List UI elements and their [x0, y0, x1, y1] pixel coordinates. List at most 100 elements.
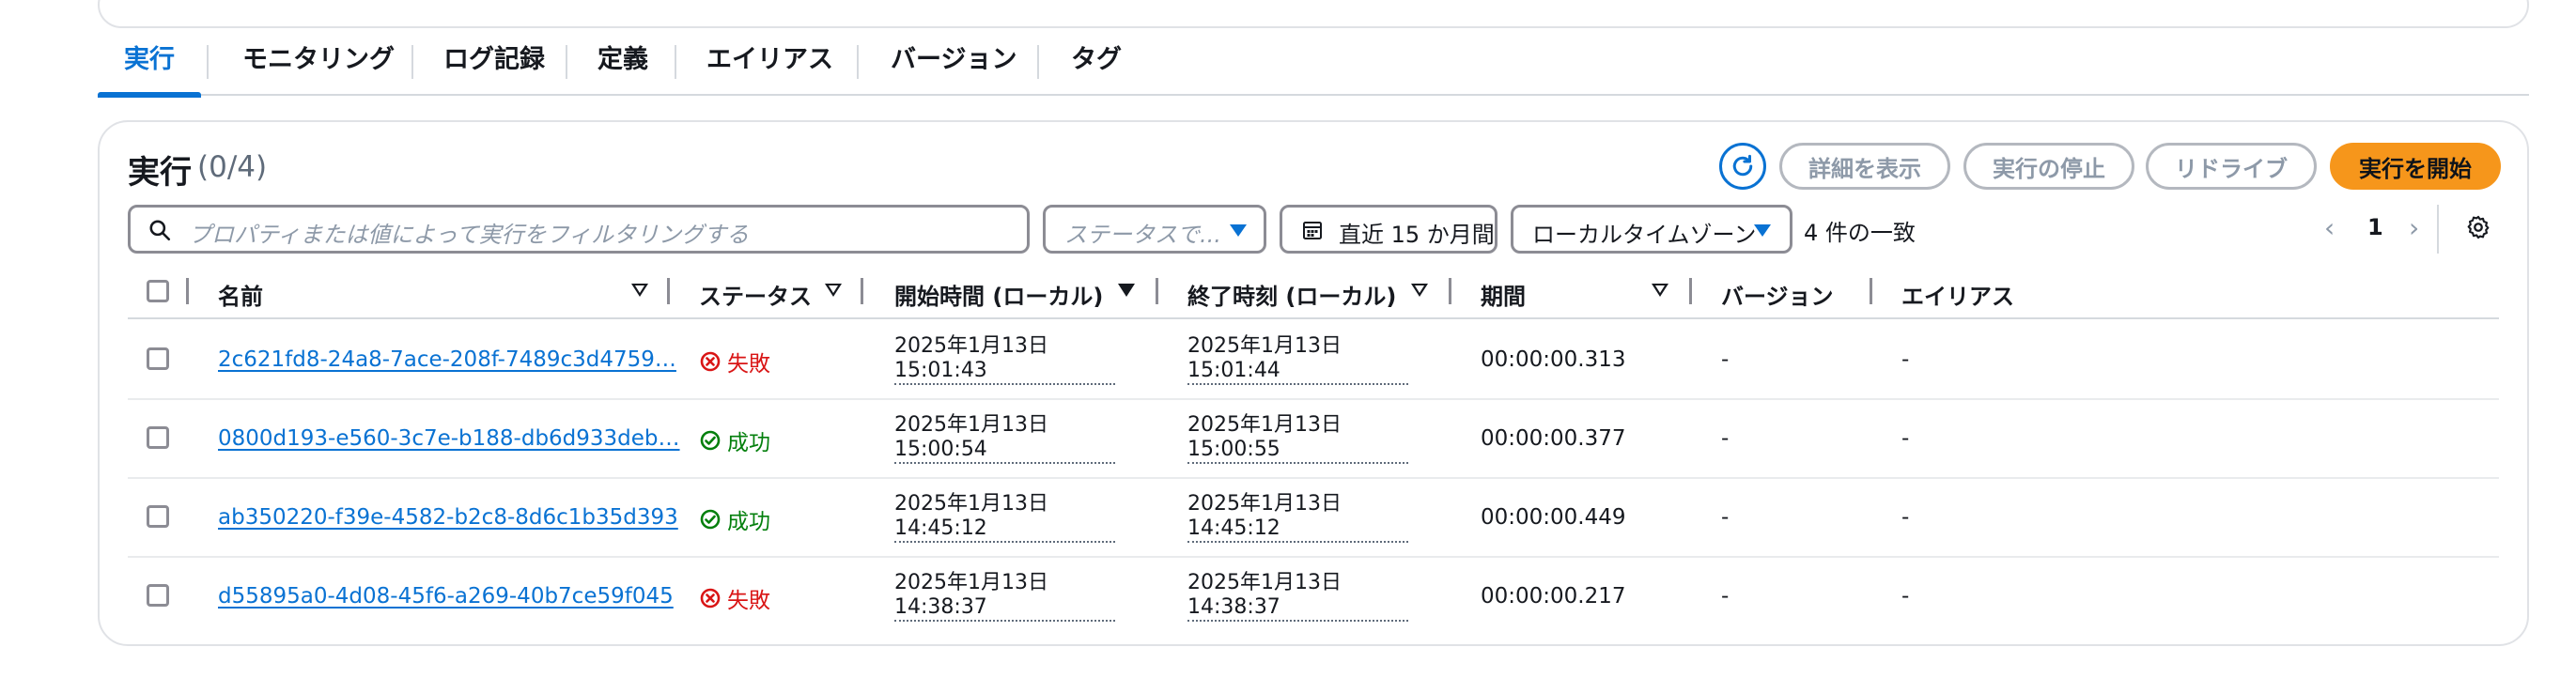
alias: - — [1901, 347, 1910, 372]
refresh-button[interactable] — [1719, 143, 1766, 190]
pager-divider — [2437, 205, 2439, 254]
status-text: 失敗 — [727, 589, 770, 613]
alias: - — [1901, 426, 1910, 451]
tab-divider — [207, 45, 209, 79]
column-header-start-time[interactable]: 開始時間 (ローカル) — [894, 278, 1103, 311]
tab-divider — [857, 45, 859, 79]
search-placeholder: プロパティまたは値によって実行をフィルタリングする — [189, 222, 750, 248]
tab-divider — [411, 45, 413, 79]
status-badge: 成功 — [699, 424, 770, 456]
caret-down-icon — [1230, 224, 1247, 237]
error-icon — [700, 351, 721, 372]
status-text: 成功 — [727, 431, 770, 455]
tab-executions[interactable]: 実行 — [98, 34, 201, 98]
sort-icon[interactable] — [631, 284, 648, 297]
start-clock: 14:38:37 — [894, 595, 987, 619]
caret-down-icon — [1754, 224, 1771, 237]
execution-name-link[interactable]: 0800d193-e560-3c7e-b188-db6d933deb… — [218, 426, 680, 451]
date-range-label: 直近 15 か月間 — [1339, 222, 1495, 248]
tab-bar: 実行 モニタリング ログ記録 定義 エイリアス バージョン タグ — [98, 34, 2529, 98]
success-icon — [700, 509, 721, 530]
row-divider — [128, 398, 2499, 400]
status-badge: 失敗 — [699, 582, 770, 614]
end-time: 2025年1月13日 15:01:44 — [1187, 334, 1408, 385]
search-input[interactable]: プロパティまたは値によって実行をフィルタリングする — [128, 205, 1030, 254]
column-header-name[interactable]: 名前 — [218, 278, 263, 311]
column-divider — [1689, 278, 1692, 304]
end-clock: 15:01:44 — [1187, 359, 1280, 382]
start-clock: 15:01:43 — [894, 359, 987, 382]
start-time: 2025年1月13日 15:00:54 — [894, 413, 1115, 464]
calendar-icon — [1303, 222, 1322, 239]
version: - — [1721, 505, 1730, 530]
end-time: 2025年1月13日 14:45:12 — [1187, 492, 1408, 543]
column-divider — [667, 278, 670, 304]
row-checkbox[interactable] — [147, 426, 169, 449]
status-filter-select[interactable]: ステータスで... — [1043, 205, 1266, 254]
tab-divider — [675, 45, 676, 79]
row-divider — [128, 556, 2499, 558]
top-card — [98, 0, 2529, 28]
gear-icon[interactable] — [2465, 214, 2491, 240]
column-header-alias[interactable]: エイリアス — [1901, 278, 2014, 311]
column-divider — [186, 278, 189, 304]
column-divider — [1156, 278, 1158, 304]
sort-icon[interactable] — [1652, 284, 1668, 297]
tab-definition[interactable]: 定義 — [571, 34, 675, 96]
tab-tags[interactable]: タグ — [1045, 34, 1148, 96]
start-execution-button[interactable]: 実行を開始 — [2330, 143, 2501, 190]
start-date: 2025年1月13日 — [894, 334, 1048, 358]
column-header-end-time[interactable]: 終了時刻 (ローカル) — [1187, 278, 1396, 311]
tab-divider — [566, 45, 567, 79]
timezone-label: ローカルタイムゾーン — [1532, 222, 1757, 248]
start-date: 2025年1月13日 — [894, 571, 1048, 594]
column-divider — [861, 278, 863, 304]
execution-name-link[interactable]: ab350220-f39e-4582-b2c8-8d6c1b35d393 — [218, 505, 678, 530]
execution-name-link[interactable]: 2c621fd8-24a8-7ace-208f-7489c3d4759… — [218, 347, 676, 372]
duration: 00:00:00.377 — [1481, 426, 1626, 451]
sort-icon[interactable] — [825, 284, 842, 297]
duration: 00:00:00.449 — [1481, 505, 1626, 530]
column-header-version[interactable]: バージョン — [1721, 278, 1834, 311]
view-details-button[interactable]: 詳細を表示 — [1779, 143, 1950, 190]
row-checkbox[interactable] — [147, 584, 169, 607]
tab-versions[interactable]: バージョン — [864, 34, 1043, 96]
version: - — [1721, 584, 1730, 609]
select-all-checkbox[interactable] — [147, 280, 169, 302]
row-checkbox[interactable] — [147, 347, 169, 370]
start-time: 2025年1月13日 15:01:43 — [894, 334, 1115, 385]
end-time: 2025年1月13日 15:00:55 — [1187, 413, 1408, 464]
row-checkbox[interactable] — [147, 505, 169, 528]
start-time: 2025年1月13日 14:45:12 — [894, 492, 1115, 543]
search-icon — [149, 220, 171, 241]
end-date: 2025年1月13日 — [1187, 334, 1342, 358]
status-badge: 失敗 — [699, 346, 770, 378]
column-header-duration[interactable]: 期間 — [1481, 278, 1526, 311]
execution-name-link[interactable]: d55895a0-4d08-45f6-a269-40b7ce59f045 — [218, 584, 674, 609]
timezone-select[interactable]: ローカルタイムゾーン — [1511, 205, 1792, 254]
match-count: 4 件の一致 — [1804, 220, 1916, 246]
tab-logging[interactable]: ログ記録 — [417, 34, 571, 96]
panel-title: 実行 — [128, 154, 192, 192]
start-clock: 15:00:54 — [894, 438, 987, 461]
current-page[interactable]: 1 — [2367, 214, 2383, 240]
status-text: 失敗 — [727, 352, 770, 377]
sort-descending-icon[interactable] — [1118, 284, 1135, 297]
tab-aliases[interactable]: エイリアス — [680, 34, 860, 96]
previous-page-icon[interactable]: ‹ — [2324, 212, 2335, 243]
table-header-divider — [128, 317, 2499, 319]
next-page-icon[interactable]: › — [2409, 212, 2419, 243]
start-date: 2025年1月13日 — [894, 492, 1048, 516]
alias: - — [1901, 584, 1910, 609]
date-range-button[interactable]: 直近 15 か月間 — [1280, 205, 1497, 254]
column-header-status[interactable]: ステータス — [699, 278, 812, 311]
redrive-button[interactable]: リドライブ — [2146, 143, 2317, 190]
tab-monitoring[interactable]: モニタリング — [216, 34, 421, 96]
status-filter-placeholder: ステータスで... — [1064, 222, 1221, 248]
sort-icon[interactable] — [1411, 284, 1428, 297]
stop-execution-button[interactable]: 実行の停止 — [1963, 143, 2134, 190]
end-clock: 14:45:12 — [1187, 516, 1280, 540]
tab-divider — [1037, 45, 1039, 79]
refresh-icon — [1732, 154, 1753, 177]
end-clock: 14:38:37 — [1187, 595, 1280, 619]
